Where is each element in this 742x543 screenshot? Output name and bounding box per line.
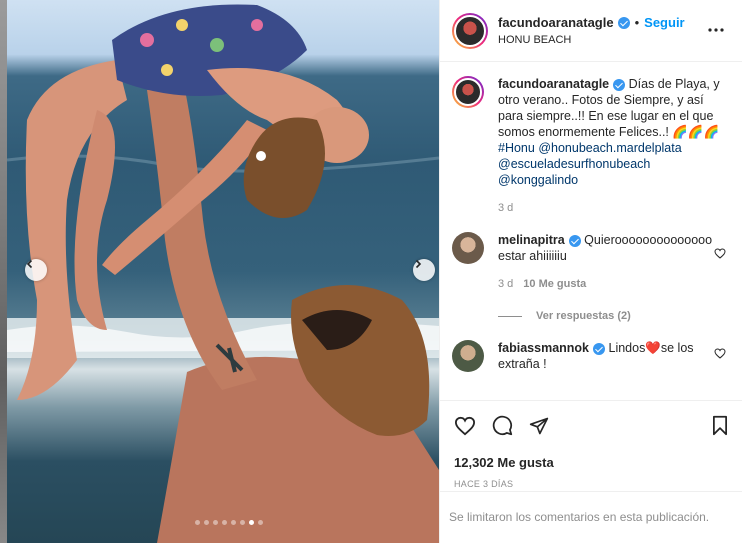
like-comment-button[interactable] <box>714 246 726 264</box>
replies-divider <box>498 315 522 317</box>
carousel-next-button[interactable] <box>413 259 435 281</box>
carousel-prev-button[interactable] <box>25 259 47 281</box>
more-options-button[interactable] <box>708 24 724 32</box>
comments-list[interactable]: facundoaranatagle Días de Playa, y otro … <box>440 62 742 400</box>
verified-badge-icon <box>568 234 581 247</box>
carousel-dot <box>231 520 236 525</box>
likes-count[interactable]: 12,302 Me gusta <box>454 455 742 470</box>
mention-link[interactable]: @escueladesurfhonubeach <box>498 157 650 171</box>
carousel-dot-active <box>249 520 254 525</box>
caption-time: 3 d <box>498 202 514 214</box>
view-replies-button[interactable]: Ver respuestas (2) <box>498 310 730 322</box>
verified-badge-icon <box>613 78 626 91</box>
comment-time: 3 d <box>498 278 514 290</box>
comment-avatar[interactable] <box>452 340 484 372</box>
verified-badge-icon <box>617 16 630 29</box>
mention-link[interactable]: @konggalindo <box>498 173 578 187</box>
post-location[interactable]: HONU BEACH <box>498 34 685 46</box>
caption-avatar[interactable] <box>452 76 484 108</box>
more-horizontal-icon <box>708 28 724 32</box>
view-replies-label: Ver respuestas (2) <box>536 310 631 322</box>
author-username[interactable]: facundoaranatagle <box>498 15 614 30</box>
post-actions: 12,302 Me gusta HACE 3 DÍAS Se limitaron… <box>440 400 742 543</box>
chevron-left-icon <box>26 259 33 269</box>
comments-limited-notice: Se limitaron los comentarios en esta pub… <box>440 491 742 543</box>
save-button[interactable] <box>711 415 729 441</box>
chevron-right-icon <box>415 259 422 269</box>
comment-item: fabiassmannok Lindos❤️se los extraña ! <box>452 340 730 372</box>
caption-block: facundoaranatagle Días de Playa, y otro … <box>452 76 730 216</box>
comment-button[interactable] <box>492 415 513 441</box>
caption-username[interactable]: facundoaranatagle <box>498 77 609 91</box>
follow-button[interactable]: Seguir <box>644 15 684 30</box>
comment-username[interactable]: fabiassmannok <box>498 341 589 355</box>
separator-dot: • <box>634 15 640 30</box>
post-timestamp[interactable]: HACE 3 DÍAS <box>454 479 742 489</box>
carousel-dot <box>195 520 200 525</box>
carousel-dot <box>213 520 218 525</box>
comment-icon <box>492 415 513 436</box>
heart-icon <box>714 348 726 359</box>
comment-item: melinapitra Quieroooooooooooooo estar ah… <box>452 232 730 292</box>
mention-link[interactable]: @honubeach.mardelplata <box>538 141 681 155</box>
comment-avatar[interactable] <box>452 232 484 264</box>
author-avatar[interactable] <box>452 12 488 49</box>
comment-likes[interactable]: 10 Me gusta <box>523 278 586 290</box>
carousel-dot <box>240 520 245 525</box>
share-button[interactable] <box>529 416 549 441</box>
bookmark-icon <box>713 415 727 436</box>
heart-icon <box>714 248 726 259</box>
carousel-indicator <box>195 520 263 525</box>
post-side-panel: facundoaranatagle • Seguir HONU BEACH fa… <box>439 0 742 543</box>
carousel-dot <box>222 520 227 525</box>
like-button[interactable] <box>454 416 476 441</box>
photo-illustration <box>7 4 439 543</box>
background-feed <box>0 0 7 543</box>
instagram-post-modal: facundoaranatagle • Seguir HONU BEACH fa… <box>0 0 742 543</box>
like-comment-button[interactable] <box>714 346 726 364</box>
verified-badge-icon <box>593 342 606 355</box>
hashtag-link[interactable]: #Honu <box>498 141 535 155</box>
share-icon <box>529 417 549 434</box>
post-header: facundoaranatagle • Seguir HONU BEACH <box>440 0 742 62</box>
carousel-dot <box>258 520 263 525</box>
carousel-dot <box>204 520 209 525</box>
heart-icon <box>454 416 476 435</box>
comment-username[interactable]: melinapitra <box>498 233 565 247</box>
post-photo[interactable] <box>7 0 439 543</box>
